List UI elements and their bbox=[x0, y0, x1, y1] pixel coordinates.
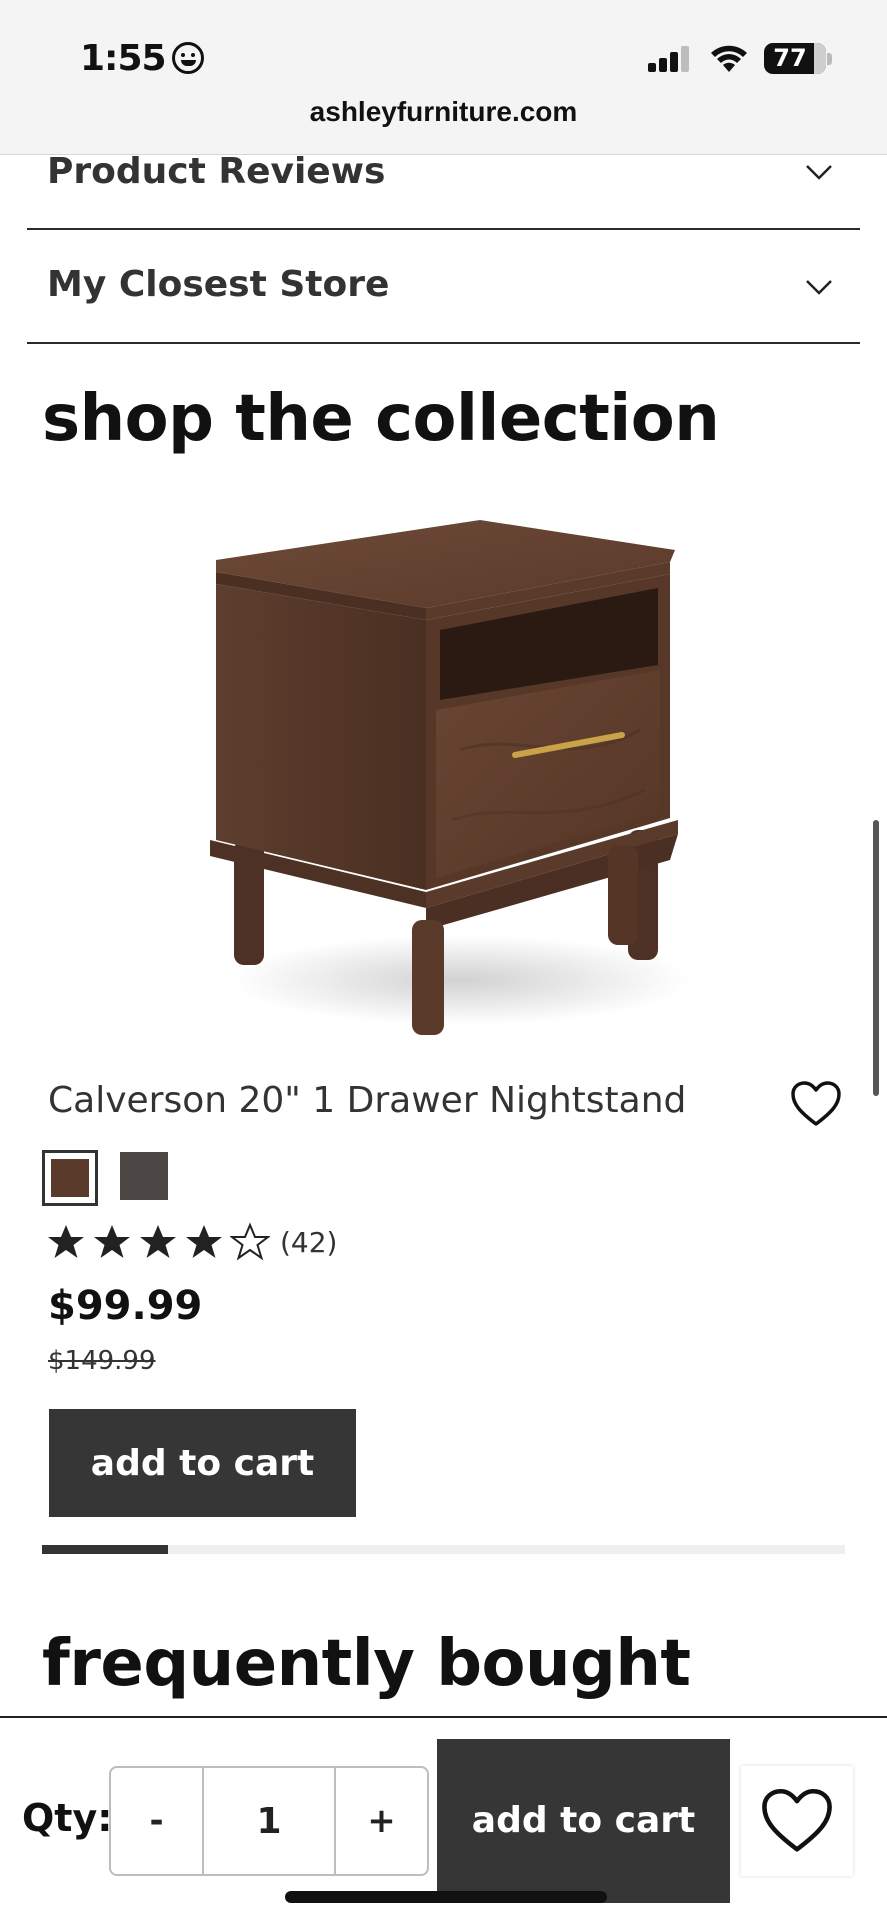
quantity-value[interactable]: 1 bbox=[204, 1768, 336, 1874]
accordion-label: My Closest Store bbox=[47, 264, 390, 305]
product-name[interactable]: Calverson 20" 1 Drawer Nightstand bbox=[48, 1080, 686, 1121]
chevron-down-icon bbox=[806, 165, 832, 180]
accordion-product-reviews[interactable]: Product Reviews bbox=[27, 151, 860, 230]
add-to-cart-button[interactable]: add to cart bbox=[49, 1409, 356, 1517]
review-count[interactable]: (42) bbox=[280, 1226, 337, 1259]
status-time: 1:55 bbox=[80, 38, 204, 79]
section-title-frequently-bought: frequently bought bbox=[42, 1627, 691, 1701]
cellular-signal-icon bbox=[648, 46, 692, 72]
color-swatch-gray[interactable] bbox=[120, 1152, 168, 1200]
battery-level: 77 bbox=[773, 44, 807, 72]
swatch-fill bbox=[120, 1152, 168, 1200]
quantity-stepper: - 1 + bbox=[109, 1766, 429, 1876]
wifi-icon bbox=[711, 45, 747, 72]
star-icon bbox=[140, 1225, 176, 1258]
status-time-text: 1:55 bbox=[80, 38, 167, 79]
sticky-favorite-button[interactable] bbox=[741, 1766, 853, 1876]
battery-tip bbox=[827, 53, 832, 65]
original-price: $149.99 bbox=[48, 1346, 156, 1376]
quantity-increase-button[interactable]: + bbox=[336, 1768, 427, 1874]
heart-outline-icon bbox=[762, 1788, 832, 1852]
star-icon bbox=[186, 1225, 222, 1258]
sale-price: $99.99 bbox=[48, 1283, 203, 1329]
home-indicator bbox=[285, 1891, 607, 1903]
rating-stars[interactable]: (42) bbox=[46, 1220, 337, 1264]
star-empty-icon bbox=[230, 1222, 270, 1261]
star-icon bbox=[48, 1225, 84, 1258]
star-icon bbox=[94, 1225, 130, 1258]
color-swatch-walnut[interactable] bbox=[42, 1150, 98, 1206]
smiley-icon bbox=[171, 42, 204, 74]
accordion-my-closest-store[interactable]: My Closest Store bbox=[27, 230, 860, 344]
sticky-add-to-cart-button[interactable]: add to cart bbox=[437, 1739, 730, 1903]
scrollbar[interactable] bbox=[873, 820, 879, 1096]
carousel-progress-track bbox=[42, 1545, 845, 1554]
section-title-collection: shop the collection bbox=[42, 382, 720, 456]
carousel-progress-fill bbox=[42, 1545, 169, 1554]
qty-label: Qty: bbox=[22, 1796, 113, 1840]
product-image[interactable] bbox=[190, 500, 710, 1060]
url-bar[interactable]: ashleyfurniture.com bbox=[0, 96, 887, 128]
quantity-decrease-button[interactable]: - bbox=[111, 1768, 204, 1874]
accordion-label: Product Reviews bbox=[47, 151, 386, 192]
battery-icon: 77 bbox=[764, 43, 826, 74]
chevron-down-icon bbox=[806, 280, 832, 295]
swatch-fill bbox=[51, 1159, 89, 1197]
heart-outline-icon[interactable] bbox=[790, 1080, 842, 1128]
